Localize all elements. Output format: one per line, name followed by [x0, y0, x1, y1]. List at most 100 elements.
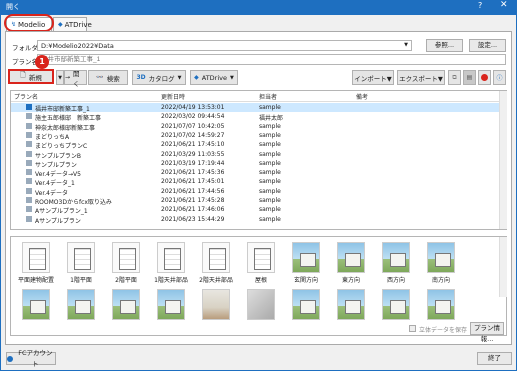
- table-cell: sample: [259, 141, 281, 149]
- thumbnail-scrollbar[interactable]: [499, 237, 507, 297]
- copy-icon[interactable]: ⧉: [448, 70, 461, 85]
- thumbnail-image[interactable]: [247, 242, 275, 273]
- thumbnail-label: 玄関方向: [293, 277, 318, 284]
- table-row[interactable]: サンプルプランB 2021/03/29 11:03:55 sample: [11, 150, 499, 160]
- plan-name-input[interactable]: [37, 54, 506, 65]
- thumbnail-image[interactable]: [202, 242, 230, 273]
- fc-account-label: FCアカウント: [18, 348, 53, 368]
- folder-value: D:¥Modelio2022¥Data: [41, 42, 114, 50]
- open-button[interactable]: → 開く: [64, 69, 87, 88]
- atdrive-button-label: ATDrive: [201, 73, 227, 82]
- table-row[interactable]: Aサンプルプラン_1 2021/06/21 17:46:06 sample: [11, 205, 499, 215]
- exit-button[interactable]: 終了: [477, 352, 512, 365]
- thumbnail-image[interactable]: [112, 289, 140, 320]
- table-cell: 2021/06/21 17:46:06: [161, 206, 225, 214]
- tab-highlight-circle: [4, 14, 54, 32]
- list-scrollbar[interactable]: [499, 91, 507, 229]
- thumbnail-image[interactable]: [67, 242, 95, 273]
- plan-file-icon: [26, 187, 32, 194]
- table-cell: 2022/04/19 13:53:01: [161, 104, 225, 111]
- folder-select[interactable]: D:¥Modelio2022¥Data ▼: [37, 40, 412, 51]
- table-row[interactable]: サンプルプラン 2021/03/19 17:19:44 sample: [11, 159, 499, 169]
- table-cell: sample: [259, 206, 281, 214]
- table-row[interactable]: まどりっちプランC 2021/06/21 17:45:10 sample: [11, 140, 499, 150]
- table-cell: 2021/03/19 17:19:44: [161, 159, 225, 167]
- table-cell: sample: [259, 150, 281, 158]
- chevron-down-icon: ▼: [404, 42, 408, 48]
- table-row[interactable]: 施主五郎様邸 新築工事 2022/03/02 09:44:54 福井太郎: [11, 112, 499, 122]
- tab-atdrive[interactable]: ◆ ATDrive: [53, 17, 92, 31]
- paste-icon[interactable]: ▤: [463, 70, 476, 85]
- plan-file-icon: [26, 215, 32, 222]
- column-header[interactable]: 備考: [356, 92, 368, 101]
- thumbnail-label: 東方向: [341, 277, 360, 284]
- thumbnail-image[interactable]: [22, 242, 50, 273]
- plan-file-icon: [26, 178, 32, 185]
- save3d-checkbox[interactable]: [409, 325, 416, 332]
- browse-button[interactable]: 参照...: [426, 39, 463, 52]
- thumbnail-image[interactable]: [427, 242, 455, 273]
- thumbnail-image[interactable]: [157, 289, 185, 320]
- table-cell: sample: [259, 178, 281, 186]
- thumbnail-image[interactable]: [427, 289, 455, 320]
- thumbnail-image[interactable]: [292, 289, 320, 320]
- fc-account-button[interactable]: FCアカウント: [6, 349, 56, 368]
- thumbnail-image[interactable]: [157, 242, 185, 273]
- table-row[interactable]: Ver.4データ→V5 2021/06/21 17:45:36 sample: [11, 168, 499, 178]
- chevron-down-icon: ▼: [58, 74, 62, 81]
- thumbnail-image[interactable]: [247, 289, 275, 320]
- export-button[interactable]: エクスポート▼: [397, 70, 445, 85]
- atdrive-button[interactable]: ◆ ATDrive ▼: [190, 70, 238, 85]
- catalog-button[interactable]: 3D カタログ ▼: [132, 70, 186, 85]
- thumbnail-label: 屋根: [254, 277, 267, 284]
- binoculars-icon: 👓: [96, 74, 104, 81]
- table-row[interactable]: Ver.4データ 2021/06/21 17:44:56 sample: [11, 187, 499, 197]
- new-document-icon: 🗋: [20, 71, 26, 79]
- open-button-label: 開く: [73, 69, 80, 88]
- plan-list[interactable]: プラン名 更新日時 担当者 備考 福井市邸新築工事_1 2022/04/19 13…: [10, 90, 507, 230]
- account-icon: [7, 355, 13, 362]
- table-row[interactable]: まどりっちA 2021/07/02 14:59:27 sample: [11, 131, 499, 141]
- table-cell: sample: [259, 197, 281, 204]
- plan-info-button[interactable]: プラン情報...: [470, 322, 504, 343]
- table-cell: 2021/06/21 17:45:28: [161, 197, 225, 204]
- table-row[interactable]: Ver.4データ_1 2021/06/21 17:45:01 sample: [11, 177, 499, 187]
- help-button[interactable]: ?: [478, 1, 482, 10]
- thumbnail-image[interactable]: [202, 289, 230, 320]
- thumbnail-image[interactable]: [292, 242, 320, 273]
- table-cell: sample: [259, 187, 281, 195]
- thumbnail-image[interactable]: [382, 289, 410, 320]
- thumbnail-image[interactable]: [382, 242, 410, 273]
- table-cell: 2021/06/23 15:44:29: [161, 215, 225, 223]
- table-cell: sample: [259, 169, 281, 177]
- table-row[interactable]: ROOMO3Dからfcx取り込み 2021/06/21 17:45:28 sampl…: [11, 196, 499, 206]
- column-header[interactable]: プラン名: [14, 92, 38, 101]
- import-button[interactable]: インポート▼: [352, 70, 394, 85]
- settings-button[interactable]: 設定...: [469, 39, 506, 52]
- table-cell: Aサンプルプラン: [35, 217, 81, 225]
- plan-file-icon: [26, 104, 32, 110]
- chevron-down-icon: ▼: [230, 74, 234, 81]
- table-row[interactable]: 神奈太郎様邸新築工事 2021/07/07 10:42:05 sample: [11, 122, 499, 132]
- thumbnail-image[interactable]: [67, 289, 95, 320]
- table-cell: 2022/03/02 09:44:54: [161, 113, 225, 121]
- column-header[interactable]: 更新日時: [161, 92, 185, 101]
- table-row[interactable]: Aサンプルプラン 2021/06/23 15:44:29 sample: [11, 215, 499, 225]
- table-row[interactable]: 福井市邸新築工事_1 2022/04/19 13:53:01 sample: [11, 103, 499, 113]
- plan-file-icon: [26, 150, 32, 157]
- thumbnail-image[interactable]: [112, 242, 140, 273]
- thumbnail-image[interactable]: [22, 289, 50, 320]
- new-button[interactable]: 🗋 新規: [8, 69, 54, 84]
- search-button[interactable]: 👓 検索: [88, 70, 128, 85]
- catalog-button-label: カタログ: [148, 74, 175, 83]
- column-header[interactable]: 担当者: [259, 92, 277, 101]
- plan-file-icon: [26, 122, 32, 129]
- new-dropdown-button[interactable]: ▼: [56, 70, 64, 85]
- info-icon[interactable]: ⓘ: [493, 70, 506, 85]
- thumbnail-image[interactable]: [337, 289, 365, 320]
- close-window-button[interactable]: ✕: [500, 0, 508, 10]
- thumbnail-image[interactable]: [337, 242, 365, 273]
- table-cell: 2021/06/21 17:45:01: [161, 178, 225, 186]
- callout-badge: 1: [35, 55, 49, 69]
- delete-icon[interactable]: [478, 70, 491, 85]
